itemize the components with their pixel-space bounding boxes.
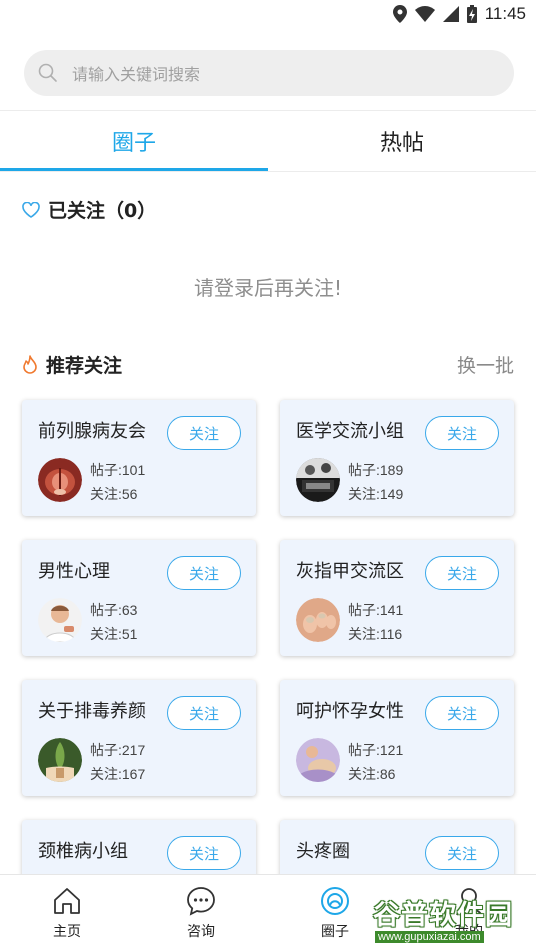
group-card[interactable]: 灰指甲交流区 关注 帖子:141 关注:116	[280, 540, 514, 656]
login-tip[interactable]: 请登录后再关注!	[0, 272, 536, 301]
group-name: 男性心理	[38, 561, 110, 582]
group-card[interactable]: 前列腺病友会 关注 帖子:101 关注:56	[22, 400, 256, 516]
home-icon	[54, 888, 80, 914]
group-card[interactable]: 医学交流小组 关注 帖子:189 关注:149	[280, 400, 514, 516]
follow-button[interactable]: 关注	[167, 696, 241, 730]
group-name: 灰指甲交流区	[296, 561, 404, 582]
follower-count: 关注:167	[90, 766, 146, 782]
follower-count: 关注:86	[348, 766, 396, 782]
watermark: 谷普软件园 www.gupuxiazai.com	[373, 893, 533, 948]
post-count: 帖子:101	[90, 462, 146, 478]
location-icon	[392, 5, 407, 23]
pregnancy-avatar	[296, 738, 340, 782]
watermark-logo-text: 谷普软件园	[373, 900, 513, 931]
group-stats: 帖子:101 关注:56	[90, 458, 145, 506]
post-count: 帖子:189	[348, 462, 404, 478]
group-stats: 帖子:217 关注:167	[90, 738, 145, 786]
group-stats: 帖子:189 关注:149	[348, 458, 403, 506]
male-psychology-avatar	[38, 598, 82, 642]
nail-avatar	[296, 598, 340, 642]
tab-bar: 圈子 热帖	[0, 111, 536, 171]
nav-consult[interactable]: 咨询	[134, 875, 268, 952]
detox-avatar	[38, 738, 82, 782]
group-stats: 帖子:141 关注:116	[348, 598, 403, 646]
follow-button[interactable]: 关注	[425, 696, 499, 730]
group-card[interactable]: 男性心理 关注 帖子:63 关注:51	[22, 540, 256, 656]
group-stats: 帖子:63 关注:51	[90, 598, 137, 646]
group-name: 呵护怀孕女性	[296, 701, 404, 722]
refresh-button[interactable]: 换一批	[457, 351, 514, 378]
divider	[0, 171, 536, 172]
wifi-icon	[414, 6, 435, 22]
circle-icon	[321, 887, 349, 915]
nav-consult-label: 咨询	[187, 924, 215, 940]
group-name: 医学交流小组	[296, 421, 404, 442]
heart-icon	[22, 201, 40, 218]
recommend-title: 推荐关注	[46, 355, 123, 377]
group-name: 颈椎病小组	[38, 841, 128, 862]
group-name: 前列腺病友会	[38, 421, 146, 442]
group-name: 头疼圈	[296, 841, 350, 862]
nav-circles-label: 圈子	[321, 924, 349, 940]
followed-title: 已关注（0）	[48, 200, 157, 222]
follow-button[interactable]: 关注	[425, 416, 499, 450]
signal-icon	[442, 6, 459, 22]
status-bar: 11:45	[0, 0, 536, 30]
recommend-section-header: 推荐关注	[22, 351, 122, 378]
status-time: 11:45	[484, 4, 526, 23]
post-count: 帖子:141	[348, 602, 404, 618]
group-name: 关于排毒养颜	[38, 701, 146, 722]
follow-button[interactable]: 关注	[167, 416, 241, 450]
follower-count: 关注:116	[348, 626, 403, 642]
follow-button[interactable]: 关注	[167, 836, 241, 870]
nav-home-label: 主页	[53, 924, 81, 940]
status-icons: 11:45	[392, 4, 526, 24]
medical-group-avatar	[296, 458, 340, 502]
post-count: 帖子:63	[90, 602, 138, 618]
group-card[interactable]: 关于排毒养颜 关注 帖子:217 关注:167	[22, 680, 256, 796]
follow-button[interactable]: 关注	[425, 556, 499, 590]
group-card[interactable]: 呵护怀孕女性 关注 帖子:121 关注:86	[280, 680, 514, 796]
tab-hot-posts[interactable]: 热帖	[268, 111, 536, 171]
search-icon	[38, 63, 57, 82]
group-stats: 帖子:121 关注:86	[348, 738, 403, 786]
follower-count: 关注:51	[90, 626, 138, 642]
nav-home[interactable]: 主页	[0, 875, 134, 952]
follow-button[interactable]: 关注	[425, 836, 499, 870]
post-count: 帖子:217	[90, 742, 146, 758]
tab-circles[interactable]: 圈子	[0, 111, 268, 171]
search-input[interactable]: 请输入关键词搜索	[24, 50, 514, 96]
chat-icon	[187, 887, 215, 916]
followed-section-header: 已关注（0）	[22, 196, 156, 223]
battery-icon	[466, 5, 477, 23]
follower-count: 关注:56	[90, 486, 138, 502]
prostate-avatar	[38, 458, 82, 502]
follow-button[interactable]: 关注	[167, 556, 241, 590]
post-count: 帖子:121	[348, 742, 404, 758]
watermark-url: www.gupuxiazai.com	[375, 931, 484, 943]
search-placeholder: 请输入关键词搜索	[72, 65, 201, 84]
fire-icon	[23, 354, 37, 374]
follower-count: 关注:149	[348, 486, 404, 502]
